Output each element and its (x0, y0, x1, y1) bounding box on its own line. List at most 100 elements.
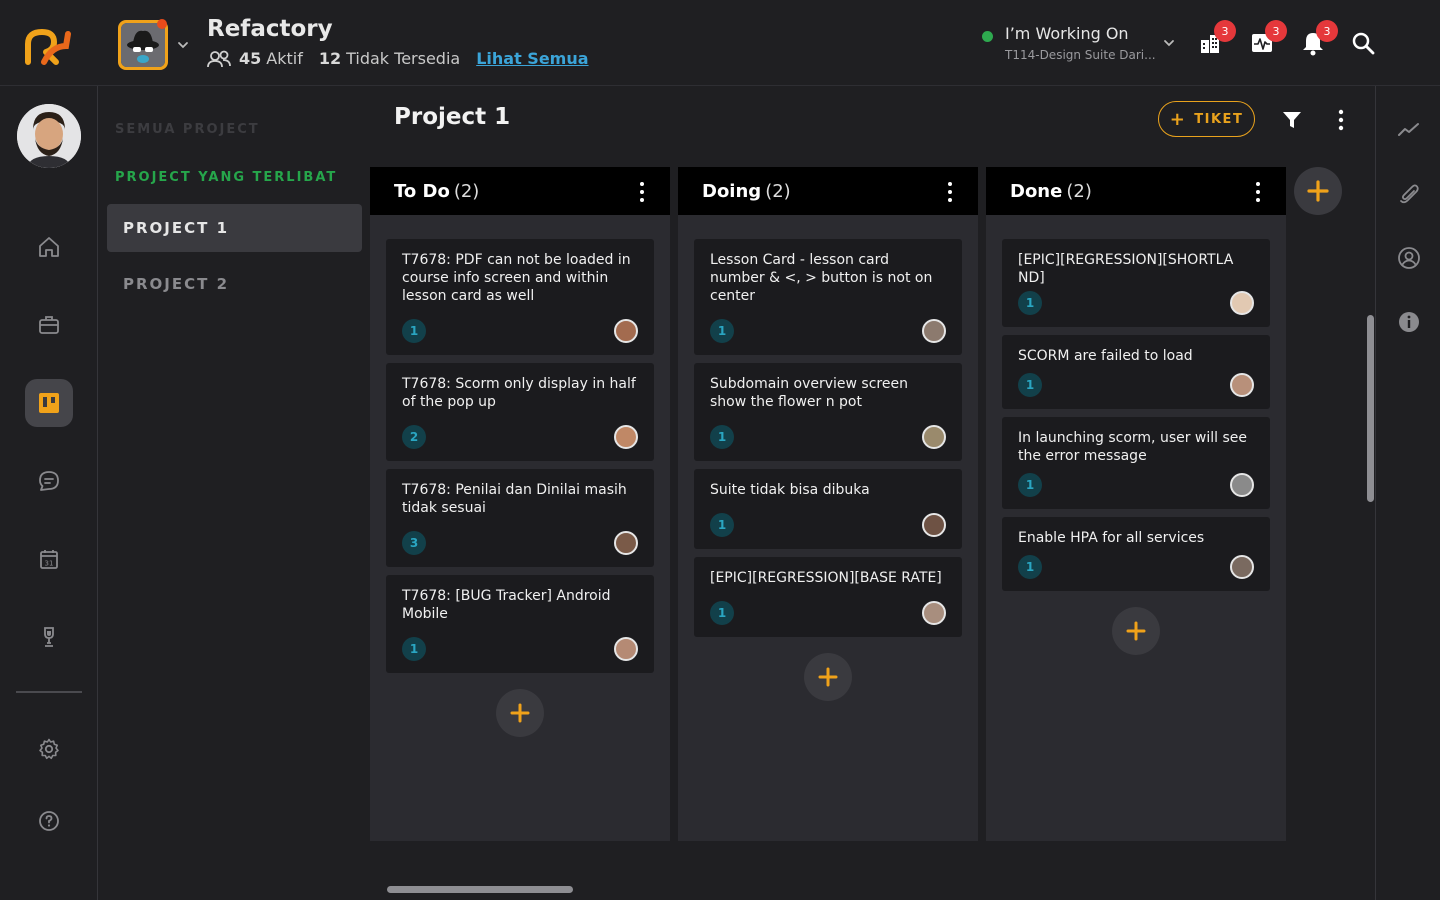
chevron-down-icon[interactable] (176, 38, 190, 52)
task-card[interactable]: T7678: Scorm only display in half of the… (386, 363, 654, 461)
assignee-avatar[interactable] (922, 601, 946, 625)
unavailable-count: 12 (318, 49, 342, 68)
paperclip-icon[interactable] (1397, 182, 1421, 206)
card-number-badge: 1 (1018, 373, 1042, 397)
card-list: Lesson Card - lesson card number & <, > … (678, 215, 978, 701)
help-icon (39, 811, 59, 831)
column-count: (2) (453, 180, 480, 202)
task-card[interactable]: T7678: PDF can not be loaded in course i… (386, 239, 654, 355)
kanban-icon (39, 393, 59, 413)
chat-icon (39, 471, 59, 491)
active-label: Aktif (266, 49, 303, 68)
notification-badge: 3 (1214, 20, 1236, 42)
assignee-avatar[interactable] (614, 531, 638, 555)
assignee-avatar[interactable] (1230, 555, 1254, 579)
user-avatar[interactable] (17, 104, 81, 168)
card-number-badge: 2 (402, 425, 426, 449)
top-bar: Refactory 45 Aktif 12 Tidak Tersedia Lih… (0, 0, 1440, 86)
column-header: To Do (2) (370, 167, 670, 215)
assignee-avatar[interactable] (922, 425, 946, 449)
search-button[interactable] (1350, 30, 1376, 56)
assignee-avatar[interactable] (614, 425, 638, 449)
more-vertical-icon[interactable] (942, 181, 958, 203)
app-logo-icon[interactable] (22, 24, 74, 68)
card-title: T7678: Scorm only display in half of the… (402, 376, 636, 410)
search-icon (1352, 32, 1375, 55)
nav-calendar[interactable]: 31 (25, 535, 73, 583)
project-sidebar: SEMUA PROJECT PROJECT YANG TERLIBAT PROJ… (99, 86, 370, 900)
involved-projects-tab[interactable]: PROJECT YANG TERLIBAT (115, 170, 337, 185)
assignee-avatar[interactable] (922, 513, 946, 537)
column-todo: To Do (2) T7678: PDF can not be loaded i… (370, 167, 670, 841)
assignee-avatar[interactable] (614, 319, 638, 343)
project-item-2[interactable]: PROJECT 2 (107, 260, 362, 308)
project-item-1[interactable]: PROJECT 1 (107, 204, 362, 252)
add-card-button[interactable] (496, 689, 544, 737)
info-icon[interactable] (1397, 310, 1421, 334)
home-icon (39, 237, 59, 257)
add-ticket-button[interactable]: + TIKET (1158, 101, 1255, 137)
board-area: Project 1 + TIKET To Do (2) T7678: PDF c… (370, 86, 1375, 900)
rail-divider (16, 691, 82, 693)
more-vertical-icon[interactable] (1250, 181, 1266, 203)
column-count: (2) (1066, 180, 1092, 202)
vertical-scrollbar[interactable] (1367, 315, 1374, 502)
column-doing: Doing (2) Lesson Card - lesson card numb… (678, 167, 978, 841)
right-rail (1375, 86, 1440, 900)
task-card[interactable]: [EPIC][REGRESSION][BASE RATE] 1 (694, 557, 962, 637)
nav-trophy[interactable] (25, 613, 73, 661)
assignee-avatar[interactable] (1230, 291, 1254, 315)
notification-badge: 3 (1316, 20, 1338, 42)
add-column-button[interactable] (1294, 167, 1342, 215)
card-number-badge: 1 (402, 319, 426, 343)
filter-icon[interactable] (1282, 110, 1302, 130)
add-card-button[interactable] (1112, 607, 1160, 655)
plus-icon (1126, 621, 1146, 641)
board-title: Project 1 (394, 104, 511, 130)
add-card-button[interactable] (804, 653, 852, 701)
assignee-avatar[interactable] (1230, 373, 1254, 397)
task-card[interactable]: Suite tidak bisa dibuka 1 (694, 469, 962, 549)
add-ticket-label: TIKET (1194, 111, 1244, 127)
assignee-avatar[interactable] (1230, 473, 1254, 497)
task-card[interactable]: Subdomain overview screen show the flowe… (694, 363, 962, 461)
trending-icon[interactable] (1397, 118, 1421, 142)
more-vertical-icon[interactable] (1331, 108, 1351, 132)
task-card[interactable]: Lesson Card - lesson card number & <, > … (694, 239, 962, 355)
all-projects-tab[interactable]: SEMUA PROJECT (115, 122, 260, 137)
horizontal-scrollbar[interactable] (387, 886, 573, 893)
user-circle-icon[interactable] (1397, 246, 1421, 270)
nav-settings[interactable] (25, 725, 73, 773)
task-card[interactable]: In launching scorm, user will see the er… (1002, 417, 1270, 509)
card-number-badge: 3 (402, 531, 426, 555)
nav-board[interactable] (25, 379, 73, 427)
card-title: T7678: [BUG Tracker] Android Mobile (402, 588, 611, 622)
plus-icon (510, 703, 530, 723)
assignee-avatar[interactable] (922, 319, 946, 343)
card-list: T7678: PDF can not be loaded in course i… (370, 215, 670, 737)
see-all-link[interactable]: Lihat Semua (476, 49, 588, 68)
assignee-avatar[interactable] (614, 637, 638, 661)
activity-button[interactable]: 3 (1249, 20, 1287, 56)
nav-help[interactable] (25, 797, 73, 845)
task-card[interactable]: T7678: [BUG Tracker] Android Mobile 1 (386, 575, 654, 673)
more-vertical-icon[interactable] (634, 181, 650, 203)
notifications-button[interactable]: 3 (1300, 20, 1338, 56)
briefcase-icon (39, 316, 59, 334)
column-name: Doing (702, 180, 762, 202)
online-status-dot (982, 31, 993, 42)
boards-button[interactable]: 3 (1198, 20, 1236, 56)
chevron-down-icon[interactable] (1162, 36, 1176, 50)
nav-chat[interactable] (25, 457, 73, 505)
gear-icon (39, 738, 59, 760)
working-on-task: T114-Design Suite Dari... (1005, 48, 1156, 62)
svg-text:31: 31 (45, 560, 54, 568)
team-meta: 45 Aktif 12 Tidak Tersedia Lihat Semua (207, 49, 589, 68)
card-title: [EPIC][REGRESSION][SHORTLA ND] (1018, 252, 1234, 286)
nav-inbox[interactable] (25, 301, 73, 349)
task-card[interactable]: SCORM are failed to load 1 (1002, 335, 1270, 409)
nav-home[interactable] (25, 223, 73, 271)
task-card[interactable]: Enable HPA for all services 1 (1002, 517, 1270, 591)
task-card[interactable]: T7678: Penilai dan Dinilai masih tidak s… (386, 469, 654, 567)
task-card[interactable]: [EPIC][REGRESSION][SHORTLA ND] 1 (1002, 239, 1270, 327)
